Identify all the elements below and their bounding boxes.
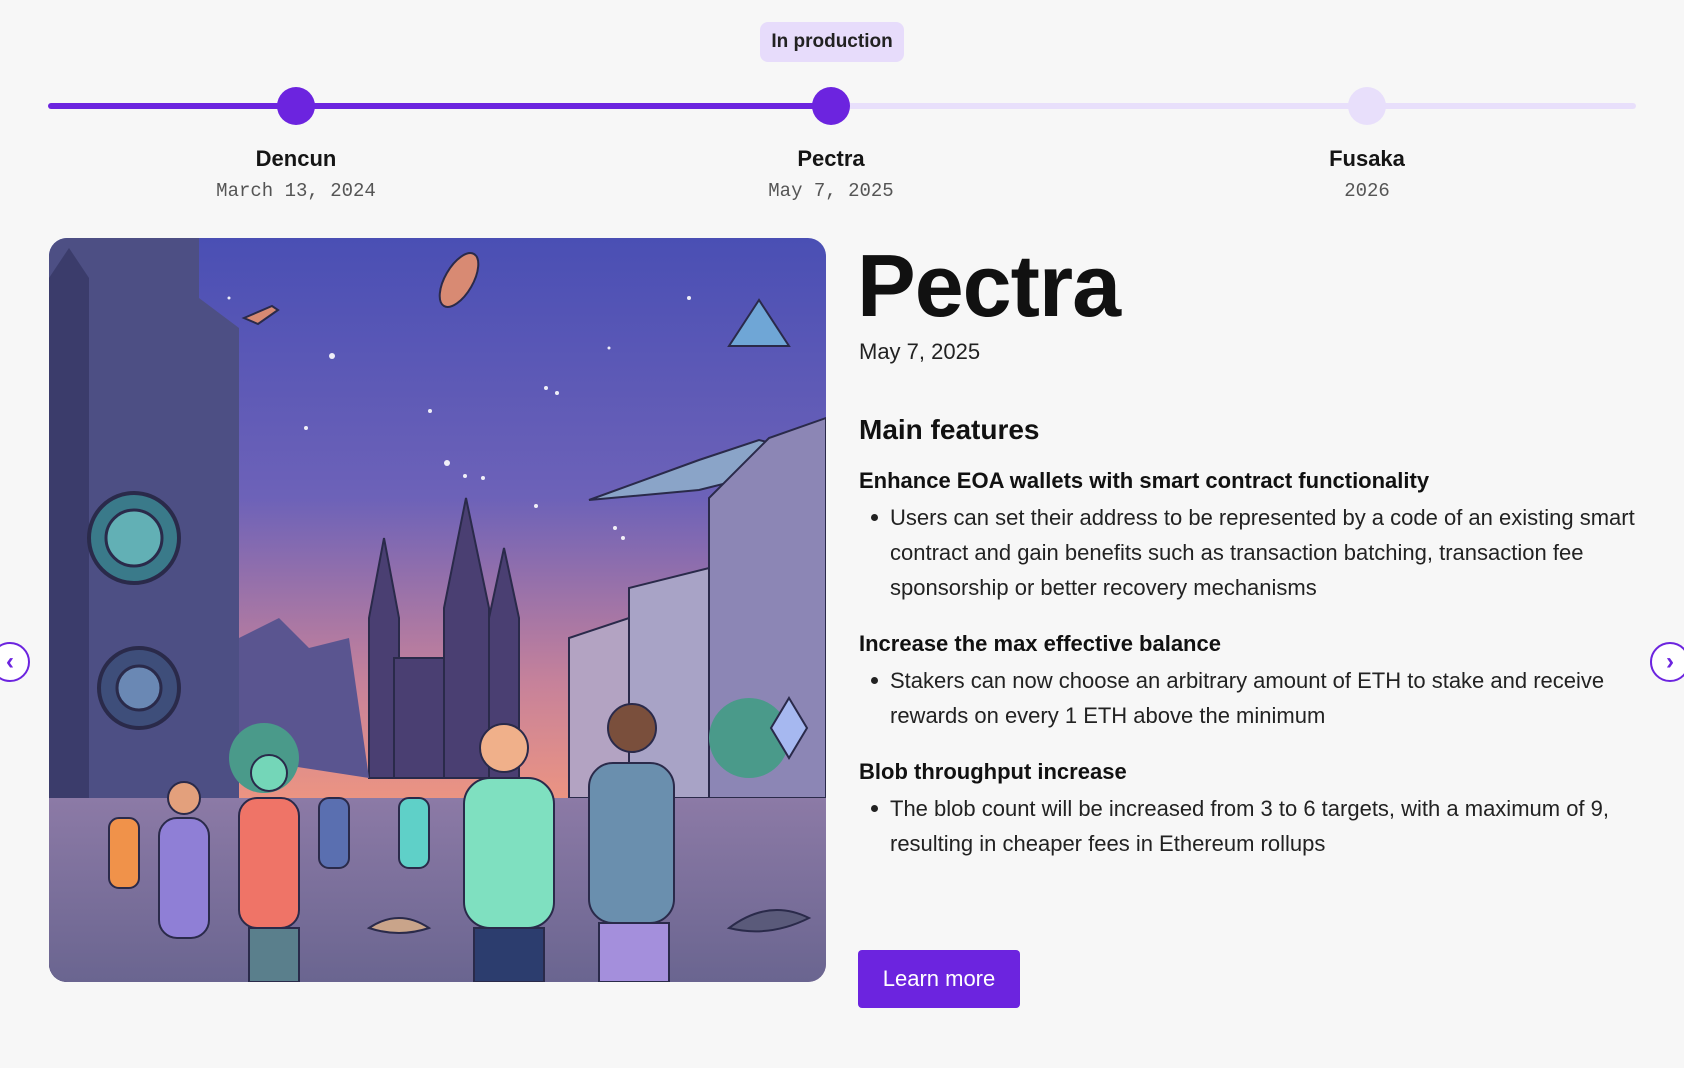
- feature-item: Enhance EOA wallets with smart contract …: [859, 468, 1649, 605]
- timeline-label-pectra[interactable]: Pectra: [681, 146, 981, 172]
- timeline-date-pectra: May 7, 2025: [768, 180, 894, 202]
- timeline-date-fusaka: 2026: [1344, 180, 1390, 202]
- features-list: Enhance EOA wallets with smart contract …: [859, 468, 1649, 887]
- timeline-date-dencun: March 13, 2024: [216, 180, 376, 202]
- learn-more-button[interactable]: Learn more: [858, 950, 1020, 1008]
- timeline-progress-completed: [48, 103, 831, 109]
- timeline-progress-remaining: [831, 103, 1636, 109]
- feature-title: Blob throughput increase: [859, 759, 1127, 784]
- feature-description: Users can set their address to be repres…: [859, 500, 1649, 605]
- release-date: May 7, 2025: [859, 339, 981, 364]
- feature-description: The blob count will be increased from 3 …: [859, 791, 1649, 861]
- release-title: Pectra: [857, 236, 1121, 335]
- feature-item: Blob throughput increase The blob count …: [859, 759, 1649, 861]
- features-heading: Main features: [859, 414, 1040, 445]
- feature-item: Increase the max effective balance Stake…: [859, 631, 1649, 733]
- timeline-dot-pectra[interactable]: [812, 87, 850, 125]
- status-badge: In production: [760, 22, 904, 62]
- chevron-right-icon[interactable]: ›: [1650, 642, 1684, 682]
- timeline-label-fusaka[interactable]: Fusaka: [1217, 146, 1517, 172]
- feature-description: Stakers can now choose an arbitrary amou…: [859, 663, 1649, 733]
- timeline-dot-dencun[interactable]: [277, 87, 315, 125]
- feature-title: Increase the max effective balance: [859, 631, 1221, 656]
- timeline-label-dencun[interactable]: Dencun: [146, 146, 446, 172]
- release-illustration: [49, 238, 826, 982]
- timeline-dot-fusaka[interactable]: [1348, 87, 1386, 125]
- chevron-left-icon[interactable]: ‹: [0, 642, 30, 682]
- feature-title: Enhance EOA wallets with smart contract …: [859, 468, 1430, 493]
